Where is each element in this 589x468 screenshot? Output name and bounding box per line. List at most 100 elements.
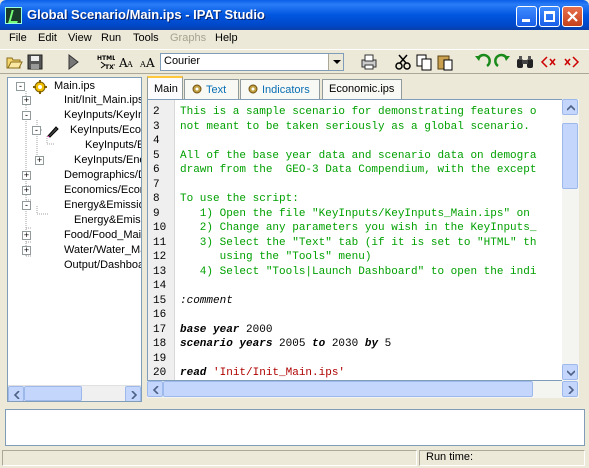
tree-item[interactable]: KeyInputs/Economic_Main.ips: [8, 139, 141, 153]
tree-item[interactable]: - Main.ips: [8, 80, 141, 94]
prev-tag-icon[interactable]: [540, 53, 558, 71]
tree-item[interactable]: + Economics/Economics.ips: [8, 184, 141, 198]
tab-economic[interactable]: Economic.ips: [322, 79, 402, 99]
menu-file[interactable]: File: [9, 32, 27, 44]
print-icon[interactable]: [360, 53, 378, 71]
arrow-right-icon: [131, 391, 138, 399]
maximize-button[interactable]: [539, 6, 560, 27]
chevron-down-icon[interactable]: [328, 54, 343, 70]
title-bar[interactable]: Global Scenario/Main.ips - IPAT Studio: [0, 0, 589, 30]
paste-icon[interactable]: [436, 53, 454, 71]
scroll-up-button[interactable]: [562, 99, 578, 115]
line-text: scenario years 2005 to 2030 by 5: [180, 338, 392, 350]
menu-edit[interactable]: Edit: [38, 32, 57, 44]
arrow-down-icon: [567, 370, 575, 377]
collapse-icon[interactable]: -: [32, 126, 41, 135]
tab-label: Economic.ips: [329, 83, 395, 95]
tree-item[interactable]: - KeyInputs/KeyInputs_Main.ips: [8, 109, 141, 123]
expand-icon[interactable]: +: [22, 96, 31, 105]
svg-text:A: A: [139, 60, 146, 69]
tab-main[interactable]: Main: [147, 76, 183, 100]
save-icon[interactable]: [26, 53, 44, 71]
tree-item-label: Energy&Emissions/Emissions.ips: [74, 214, 141, 226]
scroll-left-button[interactable]: [8, 386, 24, 401]
line-number: 4: [153, 135, 160, 147]
expand-icon[interactable]: +: [22, 246, 31, 255]
tree-item[interactable]: + Water/Water_Main.ips: [8, 244, 141, 258]
tree-item[interactable]: Energy&Emissions/Emissions.ips: [8, 214, 141, 228]
expand-icon[interactable]: +: [22, 231, 31, 240]
redo-icon[interactable]: [494, 53, 512, 71]
tree-item[interactable]: Output/Dashboard.ips: [8, 259, 141, 273]
scroll-down-button[interactable]: [562, 364, 578, 380]
scroll-thumb[interactable]: [24, 386, 82, 401]
menu-run[interactable]: Run: [101, 32, 121, 44]
tree-item-label: Energy&Emissions/Energy.ips: [64, 199, 141, 211]
menu-view[interactable]: View: [68, 32, 92, 44]
status-bar: Run time:: [0, 448, 589, 468]
line-number: 20: [153, 367, 167, 379]
tree-item[interactable]: + Init/Init_Main.ips: [8, 94, 141, 108]
expand-icon[interactable]: +: [35, 156, 44, 165]
cut-icon[interactable]: [394, 53, 412, 71]
line-text: To use the script:: [180, 193, 299, 205]
editor-vertical-scrollbar[interactable]: [562, 99, 579, 381]
gear-icon: [248, 84, 258, 94]
line-text: read 'Init/Init_Main.ips': [180, 367, 346, 379]
arrow-left-icon: [13, 391, 20, 399]
line-text: All of the base year data and scenario d…: [180, 149, 537, 162]
menu-graphs[interactable]: Graphs: [170, 32, 206, 44]
run-icon[interactable]: [64, 53, 82, 71]
tree-horizontal-scrollbar[interactable]: [8, 385, 141, 401]
menu-tools[interactable]: Tools: [133, 32, 159, 44]
line-number: 13: [153, 265, 167, 278]
line-number: 3: [153, 120, 160, 133]
line-number: 14: [153, 280, 167, 292]
svg-text:A: A: [126, 60, 133, 69]
tree-item[interactable]: - Energy&Emissions/Energy.ips: [8, 199, 141, 213]
font-small-icon[interactable]: AA: [139, 53, 157, 71]
tab-text[interactable]: Text: [184, 79, 239, 99]
svg-text:TXT: TXT: [105, 64, 115, 71]
minimize-icon: [522, 19, 530, 22]
font-select[interactable]: Courier: [160, 53, 344, 71]
scroll-right-button[interactable]: [562, 381, 578, 397]
line-text: drawn from the GEO-3 Data Compendium, wi…: [180, 164, 537, 176]
expand-icon[interactable]: +: [22, 171, 31, 180]
minimize-button[interactable]: [516, 6, 537, 27]
close-button[interactable]: [562, 6, 583, 27]
menu-help[interactable]: Help: [215, 32, 238, 44]
tree-item-label: KeyInputs/KeyInputs_Main.ips: [64, 109, 141, 121]
collapse-icon[interactable]: -: [22, 111, 31, 120]
tab-indicators[interactable]: Indicators: [240, 79, 320, 99]
scroll-left-button[interactable]: [147, 381, 163, 397]
arrow-up-icon: [567, 104, 575, 111]
line-number: 6: [153, 164, 160, 176]
tree-item[interactable]: - KeyInputs/Economic.ips: [8, 124, 141, 138]
scroll-thumb[interactable]: [163, 381, 533, 397]
line-number: 2: [153, 106, 160, 118]
undo-icon[interactable]: [473, 53, 491, 71]
editor-horizontal-scrollbar[interactable]: [147, 381, 579, 398]
html-to-text-icon[interactable]: HTML TXT: [97, 53, 115, 71]
tree-item-label: Economics/Economics.ips: [64, 184, 141, 196]
tree-item[interactable]: + KeyInputs/Energy.ips: [8, 154, 141, 168]
next-tag-icon[interactable]: [562, 53, 580, 71]
file-tree[interactable]: - Main.ips + Init/Init_Main.ips - KeyInp…: [7, 77, 142, 402]
copy-icon[interactable]: [415, 53, 433, 71]
scroll-thumb[interactable]: [562, 123, 578, 189]
open-icon[interactable]: [5, 53, 23, 71]
font-large-icon[interactable]: AA: [118, 53, 136, 71]
code-editor[interactable]: 2 This is a sample scenario for demonstra…: [147, 99, 579, 381]
tree-item[interactable]: + Demographics/Demographics.ips: [8, 169, 141, 183]
scroll-right-button[interactable]: [125, 386, 141, 401]
tab-label: Main: [154, 83, 178, 95]
find-icon[interactable]: [516, 53, 534, 71]
line-number: 11: [153, 236, 167, 249]
collapse-icon[interactable]: -: [22, 201, 31, 210]
expand-icon[interactable]: +: [22, 186, 31, 195]
tree-item-label: Water/Water_Main.ips: [64, 244, 141, 256]
collapse-icon[interactable]: -: [16, 82, 25, 91]
output-panel[interactable]: [5, 409, 585, 446]
tree-item[interactable]: + Food/Food_Main.ips: [8, 229, 141, 243]
